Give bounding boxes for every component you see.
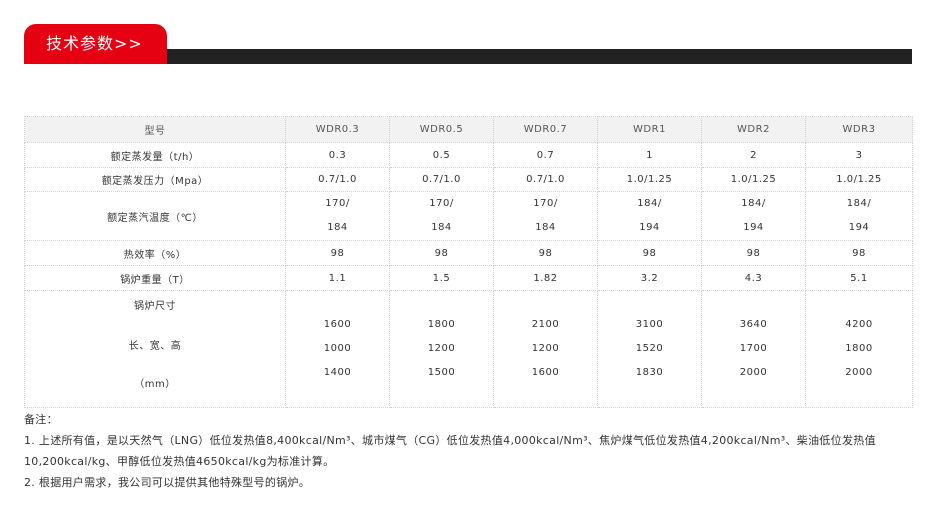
table-cell: 3.2 [597, 265, 702, 291]
table-cell: 4.3 [701, 265, 806, 291]
table-cell: 1.0/1.25 [701, 167, 806, 192]
table-cell: 184/194 [701, 191, 806, 241]
row-label: 额定蒸汽温度（℃） [24, 191, 286, 241]
cell-line: 194 [743, 222, 764, 233]
table-cell: 0.7/1.0 [389, 167, 494, 192]
cell-line: 184/ [846, 198, 872, 209]
table-cell: 2100 1200 1600 [493, 290, 598, 408]
table-cell: 3 [805, 142, 913, 168]
row-label: 热效率（%） [24, 240, 286, 266]
notes-title: 备注： [24, 413, 58, 426]
table-cell: 4200 1800 2000 [805, 290, 913, 408]
cell-line: 1800 [845, 343, 873, 354]
dimension-label-line: （mm） [134, 379, 176, 390]
column-header: 型号 [24, 116, 286, 143]
table-cell: 98 [493, 240, 598, 266]
cell-line: 194 [848, 222, 870, 233]
table-cell: 170/184 [285, 191, 390, 241]
cell-line: 170/ [429, 198, 454, 209]
table-cell: 170/184 [389, 191, 494, 241]
table-cell: 1.0/1.25 [805, 167, 913, 192]
column-header: WDR0.5 [389, 116, 494, 143]
row-label: 额定蒸发量（t/h） [24, 142, 286, 168]
column-header: WDR2 [701, 116, 806, 143]
table-cell: 2 [701, 142, 806, 168]
cell-line: 1400 [323, 367, 352, 378]
note-item: 1. 上述所有值，是以天然气（LNG）低位发热值8,400kcal/Nm³、城市… [24, 434, 876, 468]
cell-line: 184/ [637, 198, 662, 209]
cell-line: 1700 [739, 343, 768, 354]
cell-line: 184 [535, 222, 556, 233]
table-cell: 0.7/1.0 [285, 167, 390, 192]
cell-line: 1500 [427, 367, 456, 378]
table-row: 锅炉重量（T） 1.1 1.5 1.82 3.2 4.3 5.1 [24, 265, 913, 291]
table-row: 额定蒸发量（t/h） 0.3 0.5 0.7 1 2 3 [24, 142, 913, 168]
column-header: WDR3 [805, 116, 913, 143]
cell-line: 170/ [325, 198, 350, 209]
cell-line: 1200 [531, 343, 560, 354]
table-cell: 1600 1000 1400 [285, 290, 390, 408]
column-header: WDR0.7 [493, 116, 598, 143]
table-cell: 5.1 [805, 265, 913, 291]
note-item: 2. 根据用户需求，我公司可以提供其他特殊型号的锅炉。 [24, 476, 311, 489]
cell-line: 184 [327, 222, 348, 233]
column-header: WDR1 [597, 116, 702, 143]
table-row: 额定蒸发压力（Mpa） 0.7/1.0 0.7/1.0 0.7/1.0 1.0/… [24, 167, 913, 192]
table-cell: 1.5 [389, 265, 494, 291]
section-title-tab: 技术参数>> [24, 24, 167, 64]
table-cell: 98 [805, 240, 913, 266]
table-cell: 98 [701, 240, 806, 266]
table-cell: 184/194 [597, 191, 702, 241]
cell-line: 184/ [741, 198, 766, 209]
table-cell: 3100 1520 1830 [597, 290, 702, 408]
cell-line: 1830 [635, 367, 664, 378]
spec-table: 型号 WDR0.3 WDR0.5 WDR0.7 WDR1 WDR2 WDR3 额… [24, 116, 913, 408]
cell-line: 2100 [531, 319, 560, 330]
cell-line: 2000 [739, 367, 768, 378]
table-cell: 1.82 [493, 265, 598, 291]
table-cell: 0.5 [389, 142, 494, 168]
cell-line: 1000 [323, 343, 352, 354]
cell-line: 184 [431, 222, 452, 233]
table-cell: 1 [597, 142, 702, 168]
cell-line: 194 [639, 222, 660, 233]
dimension-label-line: 长、宽、高 [128, 341, 182, 352]
notes-section: 备注： 1. 上述所有值，是以天然气（LNG）低位发热值8,400kcal/Nm… [24, 409, 924, 493]
table-cell: 0.7/1.0 [493, 167, 598, 192]
cell-line: 1600 [531, 367, 560, 378]
table-header-row: 型号 WDR0.3 WDR0.5 WDR0.7 WDR1 WDR2 WDR3 [24, 116, 913, 143]
cell-line: 1600 [323, 319, 352, 330]
table-cell: 0.3 [285, 142, 390, 168]
table-cell: 98 [389, 240, 494, 266]
table-row-dimensions: 锅炉尺寸 长、宽、高 （mm） 1600 1000 1400 1800 1200… [24, 290, 913, 408]
cell-line: 1520 [635, 343, 664, 354]
cell-line: 4200 [845, 319, 873, 330]
row-label: 锅炉重量（T） [24, 265, 286, 291]
table-cell: 0.7 [493, 142, 598, 168]
row-label-dimensions: 锅炉尺寸 长、宽、高 （mm） [24, 290, 286, 408]
dimension-label-line: 锅炉尺寸 [134, 301, 176, 312]
table-row: 热效率（%） 98 98 98 98 98 98 [24, 240, 913, 266]
table-cell: 3640 1700 2000 [701, 290, 806, 408]
table-cell: 170/184 [493, 191, 598, 241]
cell-line: 170/ [533, 198, 558, 209]
table-cell: 1.1 [285, 265, 390, 291]
table-row: 额定蒸汽温度（℃） 170/184 170/184 170/184 184/19… [24, 191, 913, 241]
cell-line: 3100 [635, 319, 664, 330]
table-cell: 1800 1200 1500 [389, 290, 494, 408]
table-cell: 1.0/1.25 [597, 167, 702, 192]
row-label: 额定蒸发压力（Mpa） [24, 167, 286, 192]
column-header: WDR0.3 [285, 116, 390, 143]
cell-line: 3640 [739, 319, 768, 330]
table-cell: 98 [597, 240, 702, 266]
cell-line: 2000 [845, 367, 873, 378]
cell-line: 1800 [427, 319, 456, 330]
table-cell: 98 [285, 240, 390, 266]
table-cell: 184/194 [805, 191, 913, 241]
cell-line: 1200 [427, 343, 456, 354]
